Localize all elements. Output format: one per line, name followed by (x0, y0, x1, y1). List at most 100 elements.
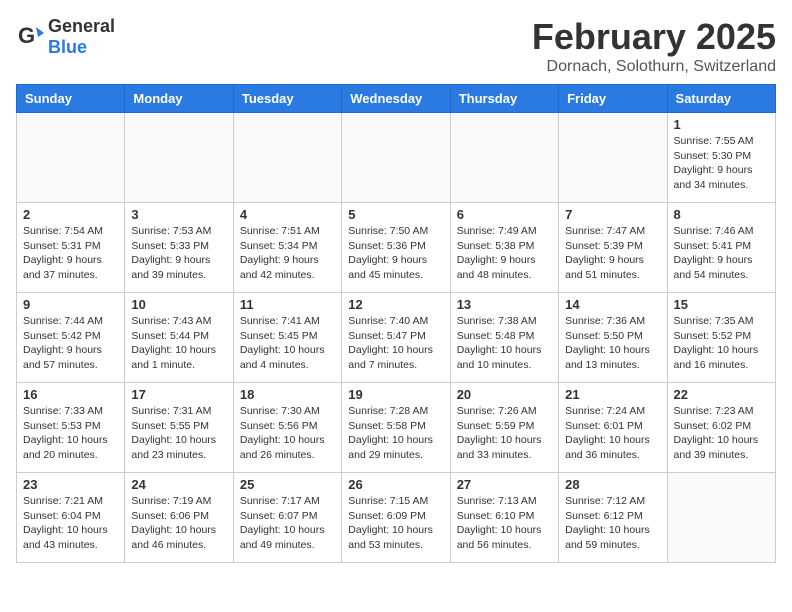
day-number: 19 (348, 387, 443, 402)
day-info: Sunrise: 7:23 AM Sunset: 6:02 PM Dayligh… (674, 404, 769, 463)
calendar-day-cell: 24 Sunrise: 7:19 AM Sunset: 6:06 PM Dayli… (125, 473, 233, 563)
calendar-day-cell: 25 Sunrise: 7:17 AM Sunset: 6:07 PM Dayli… (233, 473, 341, 563)
calendar-day-cell (667, 473, 775, 563)
day-number: 15 (674, 297, 769, 312)
day-number: 10 (131, 297, 226, 312)
calendar-day-cell: 5 Sunrise: 7:50 AM Sunset: 5:36 PM Daylig… (342, 203, 450, 293)
calendar-day-cell: 16 Sunrise: 7:33 AM Sunset: 5:53 PM Dayli… (17, 383, 125, 473)
calendar-day-cell: 12 Sunrise: 7:40 AM Sunset: 5:47 PM Dayli… (342, 293, 450, 383)
calendar-week-row: 9Sunrise: 7:44 AM Sunset: 5:42 PM Daylig… (17, 293, 776, 383)
day-number: 2 (23, 207, 118, 222)
day-number: 27 (457, 477, 552, 492)
day-info: Sunrise: 7:28 AM Sunset: 5:58 PM Dayligh… (348, 404, 443, 463)
calendar-location: Dornach, Solothurn, Switzerland (532, 58, 776, 76)
day-number: 12 (348, 297, 443, 312)
day-info: Sunrise: 7:17 AM Sunset: 6:07 PM Dayligh… (240, 494, 335, 553)
day-number: 18 (240, 387, 335, 402)
calendar-day-header: Friday (559, 85, 667, 113)
calendar-day-cell: 8 Sunrise: 7:46 AM Sunset: 5:41 PM Daylig… (667, 203, 775, 293)
day-number: 13 (457, 297, 552, 312)
day-number: 1 (674, 117, 769, 132)
day-info: Sunrise: 7:19 AM Sunset: 6:06 PM Dayligh… (131, 494, 226, 553)
day-info: Sunrise: 7:38 AM Sunset: 5:48 PM Dayligh… (457, 314, 552, 373)
day-number: 14 (565, 297, 660, 312)
calendar-day-cell: 19 Sunrise: 7:28 AM Sunset: 5:58 PM Dayli… (342, 383, 450, 473)
calendar-title: February 2025 (532, 16, 776, 58)
calendar-day-cell: 27 Sunrise: 7:13 AM Sunset: 6:10 PM Dayli… (450, 473, 558, 563)
calendar-day-cell: 17Sunrise: 7:31 AM Sunset: 5:55 PM Dayli… (125, 383, 233, 473)
day-number: 21 (565, 387, 660, 402)
calendar-day-cell: 9Sunrise: 7:44 AM Sunset: 5:42 PM Daylig… (17, 293, 125, 383)
calendar-day-header: Sunday (17, 85, 125, 113)
day-number: 23 (23, 477, 118, 492)
page-header: G General Blue February 2025 Dornach, So… (16, 16, 776, 76)
day-number: 8 (674, 207, 769, 222)
day-info: Sunrise: 7:47 AM Sunset: 5:39 PM Dayligh… (565, 224, 660, 283)
logo: G General Blue (16, 16, 115, 58)
day-number: 28 (565, 477, 660, 492)
calendar-week-row: 16 Sunrise: 7:33 AM Sunset: 5:53 PM Dayli… (17, 383, 776, 473)
calendar-day-cell: 13 Sunrise: 7:38 AM Sunset: 5:48 PM Dayli… (450, 293, 558, 383)
calendar-day-cell: 22 Sunrise: 7:23 AM Sunset: 6:02 PM Dayli… (667, 383, 775, 473)
day-number: 3 (131, 207, 226, 222)
day-number: 7 (565, 207, 660, 222)
calendar-header-row: SundayMondayTuesdayWednesdayThursdayFrid… (17, 85, 776, 113)
calendar-day-cell: 20 Sunrise: 7:26 AM Sunset: 5:59 PM Dayli… (450, 383, 558, 473)
logo-blue-text: Blue (48, 37, 87, 57)
day-number: 26 (348, 477, 443, 492)
calendar-table: SundayMondayTuesdayWednesdayThursdayFrid… (16, 84, 776, 563)
logo-general-text: General (48, 16, 115, 36)
day-info: Sunrise: 7:30 AM Sunset: 5:56 PM Dayligh… (240, 404, 335, 463)
calendar-day-cell: 28 Sunrise: 7:12 AM Sunset: 6:12 PM Dayli… (559, 473, 667, 563)
day-number: 24 (131, 477, 226, 492)
day-info: Sunrise: 7:13 AM Sunset: 6:10 PM Dayligh… (457, 494, 552, 553)
day-info: Sunrise: 7:51 AM Sunset: 5:34 PM Dayligh… (240, 224, 335, 283)
calendar-day-header: Monday (125, 85, 233, 113)
day-number: 11 (240, 297, 335, 312)
day-info: Sunrise: 7:46 AM Sunset: 5:41 PM Dayligh… (674, 224, 769, 283)
calendar-day-cell: 4Sunrise: 7:51 AM Sunset: 5:34 PM Daylig… (233, 203, 341, 293)
calendar-day-header: Tuesday (233, 85, 341, 113)
calendar-day-cell: 1 Sunrise: 7:55 AM Sunset: 5:30 PM Daylig… (667, 113, 775, 203)
calendar-day-cell (233, 113, 341, 203)
day-info: Sunrise: 7:31 AM Sunset: 5:55 PM Dayligh… (131, 404, 226, 463)
day-info: Sunrise: 7:15 AM Sunset: 6:09 PM Dayligh… (348, 494, 443, 553)
logo-icon: G (16, 23, 44, 51)
calendar-day-header: Saturday (667, 85, 775, 113)
calendar-week-row: 2Sunrise: 7:54 AM Sunset: 5:31 PM Daylig… (17, 203, 776, 293)
day-number: 25 (240, 477, 335, 492)
calendar-day-cell: 21 Sunrise: 7:24 AM Sunset: 6:01 PM Dayli… (559, 383, 667, 473)
calendar-day-cell: 6Sunrise: 7:49 AM Sunset: 5:38 PM Daylig… (450, 203, 558, 293)
calendar-day-header: Thursday (450, 85, 558, 113)
calendar-day-cell: 26 Sunrise: 7:15 AM Sunset: 6:09 PM Dayli… (342, 473, 450, 563)
calendar-day-cell: 3 Sunrise: 7:53 AM Sunset: 5:33 PM Daylig… (125, 203, 233, 293)
calendar-day-cell: 23Sunrise: 7:21 AM Sunset: 6:04 PM Dayli… (17, 473, 125, 563)
calendar-day-cell (17, 113, 125, 203)
day-number: 20 (457, 387, 552, 402)
day-info: Sunrise: 7:53 AM Sunset: 5:33 PM Dayligh… (131, 224, 226, 283)
day-info: Sunrise: 7:35 AM Sunset: 5:52 PM Dayligh… (674, 314, 769, 373)
calendar-day-cell: 11 Sunrise: 7:41 AM Sunset: 5:45 PM Dayli… (233, 293, 341, 383)
day-info: Sunrise: 7:40 AM Sunset: 5:47 PM Dayligh… (348, 314, 443, 373)
day-number: 22 (674, 387, 769, 402)
day-info: Sunrise: 7:26 AM Sunset: 5:59 PM Dayligh… (457, 404, 552, 463)
day-info: Sunrise: 7:43 AM Sunset: 5:44 PM Dayligh… (131, 314, 226, 373)
day-info: Sunrise: 7:55 AM Sunset: 5:30 PM Dayligh… (674, 134, 769, 193)
day-info: Sunrise: 7:36 AM Sunset: 5:50 PM Dayligh… (565, 314, 660, 373)
day-info: Sunrise: 7:33 AM Sunset: 5:53 PM Dayligh… (23, 404, 118, 463)
day-info: Sunrise: 7:50 AM Sunset: 5:36 PM Dayligh… (348, 224, 443, 283)
calendar-week-row: 1 Sunrise: 7:55 AM Sunset: 5:30 PM Daylig… (17, 113, 776, 203)
day-number: 16 (23, 387, 118, 402)
day-info: Sunrise: 7:24 AM Sunset: 6:01 PM Dayligh… (565, 404, 660, 463)
day-info: Sunrise: 7:41 AM Sunset: 5:45 PM Dayligh… (240, 314, 335, 373)
day-number: 6 (457, 207, 552, 222)
svg-text:G: G (18, 23, 35, 48)
calendar-day-cell (450, 113, 558, 203)
calendar-day-cell (342, 113, 450, 203)
day-number: 5 (348, 207, 443, 222)
calendar-day-cell (125, 113, 233, 203)
day-info: Sunrise: 7:12 AM Sunset: 6:12 PM Dayligh… (565, 494, 660, 553)
calendar-day-cell: 15 Sunrise: 7:35 AM Sunset: 5:52 PM Dayli… (667, 293, 775, 383)
title-block: February 2025 Dornach, Solothurn, Switze… (532, 16, 776, 76)
day-number: 9 (23, 297, 118, 312)
